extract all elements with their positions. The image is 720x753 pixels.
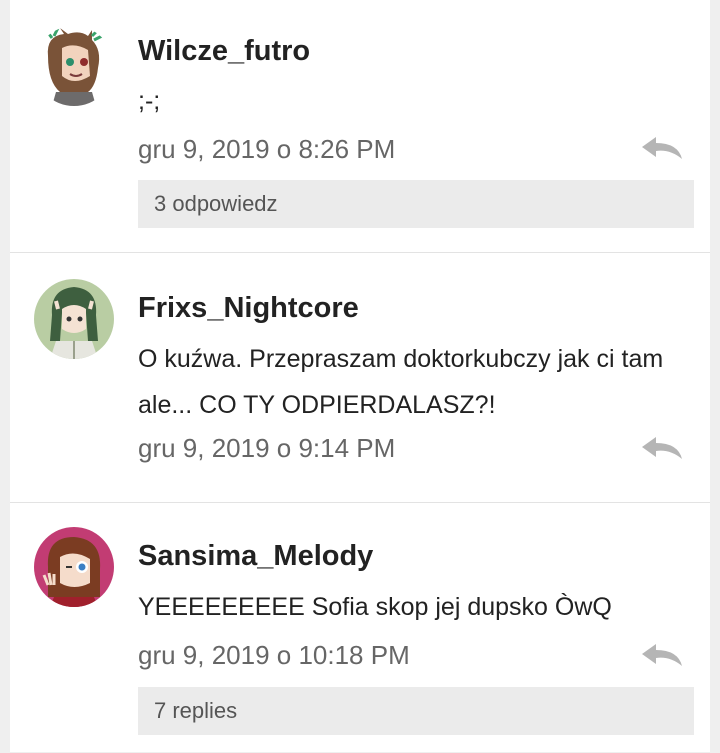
comment-author[interactable]: Frixs_Nightcore bbox=[138, 292, 359, 325]
avatar[interactable] bbox=[34, 527, 114, 607]
comment-author[interactable]: Sansima_Melody bbox=[138, 540, 373, 573]
avatar-image bbox=[34, 26, 114, 106]
comment-text: O kuźwa. Przepraszam doktorkubczy jak ci… bbox=[138, 345, 664, 419]
comment-text: ;-; bbox=[138, 87, 161, 115]
comment-feed: Wilcze_futro ;-; gru 9, 2019 o 8:26 PM 3… bbox=[10, 0, 710, 752]
comment-item: Frixs_Nightcore O kuźwa. Przepraszam dok… bbox=[10, 252, 710, 503]
comment-timestamp: gru 9, 2019 o 8:26 PM bbox=[138, 134, 396, 164]
comment-item: Sansima_Melody YEEEEEEEEE Sofia skop jej… bbox=[10, 502, 710, 753]
comment-item: Wilcze_futro ;-; gru 9, 2019 o 8:26 PM 3… bbox=[10, 0, 710, 252]
reply-arrow-icon[interactable] bbox=[640, 135, 684, 161]
avatar-image bbox=[34, 279, 114, 359]
comment-timestamp: gru 9, 2019 o 9:14 PM bbox=[138, 433, 396, 463]
avatar[interactable] bbox=[34, 26, 114, 106]
replies-button[interactable]: 7 replies bbox=[138, 687, 694, 735]
comment-timestamp: gru 9, 2019 o 10:18 PM bbox=[138, 640, 410, 670]
reply-arrow-icon[interactable] bbox=[640, 435, 684, 461]
comment-author[interactable]: Wilcze_futro bbox=[138, 35, 310, 68]
replies-button[interactable]: 3 odpowiedz bbox=[138, 180, 694, 228]
comment-text: YEEEEEEEEE Sofia skop jej dupsko ÒwQ bbox=[138, 593, 612, 621]
reply-arrow-icon[interactable] bbox=[640, 642, 684, 668]
avatar-image bbox=[34, 527, 114, 607]
avatar[interactable] bbox=[34, 279, 114, 359]
